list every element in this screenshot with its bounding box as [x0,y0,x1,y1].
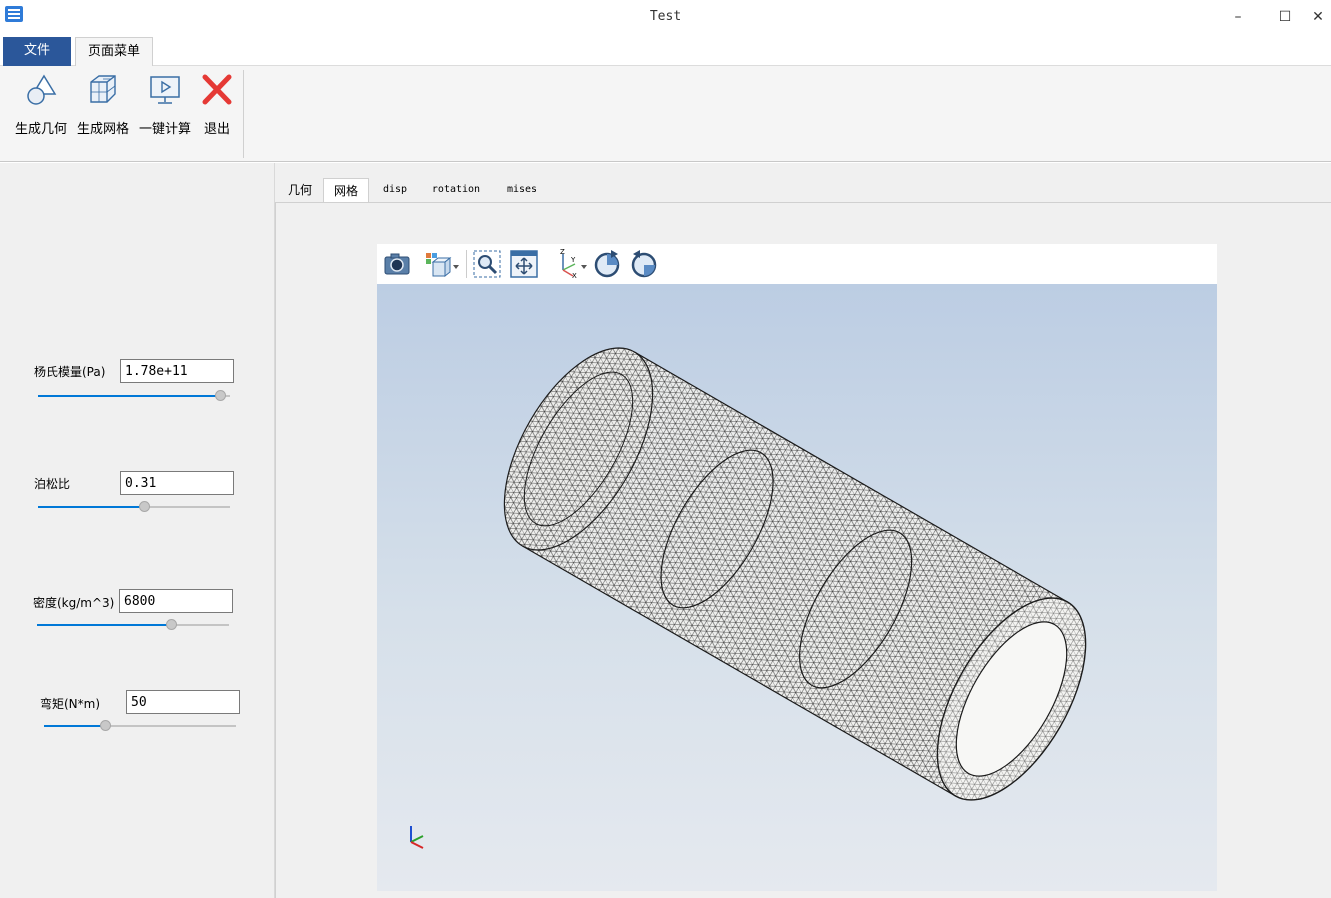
axes-dropdown-icon[interactable]: Z Y X [551,248,589,280]
rotate-ccw-icon[interactable] [628,248,660,280]
tab-mesh[interactable]: 网格 [323,178,369,202]
maximize-button[interactable]: ☐ [1265,4,1305,30]
tab-file[interactable]: 文件 [3,37,71,66]
generate-geometry-label: 生成几何 [14,122,67,137]
slider-thumb[interactable] [138,501,150,512]
bending-moment-slider[interactable] [44,720,236,732]
generate-geometry-button[interactable]: 生成几何 [12,72,70,152]
compute-monitor-icon [150,76,180,104]
camera-screenshot-icon[interactable] [381,248,413,280]
title-bar: Test – ☐ ✕ [0,0,1331,36]
fit-view-icon[interactable] [508,248,540,280]
bending-moment-input[interactable] [126,690,240,714]
axis-triad-icon [410,826,424,849]
tab-disp[interactable]: disp [373,178,417,202]
svg-text:Y: Y [570,256,576,264]
param-label-bending-moment: 弯矩(N*m) [40,697,101,711]
svg-text:Z: Z [560,248,565,256]
tab-geometry[interactable]: 几何 [279,178,321,202]
tab-rotation[interactable]: rotation [423,178,489,202]
param-label-poisson-ratio: 泊松比 [34,477,71,491]
rotate-cw-icon[interactable] [591,248,623,280]
window-title: Test [649,9,682,24]
geometry-icon [27,74,57,105]
one-click-compute-button[interactable]: 一键计算 [136,72,194,152]
ribbon-tab-bar: 文件 页面菜单 [0,36,1331,67]
svg-text:X: X [572,272,577,280]
3d-viewer: Z Y X [377,244,1217,891]
viewer-toolbar: Z Y X [377,244,1217,284]
youngs-modulus-input[interactable] [120,359,234,383]
parameter-panel [3,163,275,898]
one-click-compute-label: 一键计算 [138,122,191,137]
ribbon-panel: 生成几何 生成网格 一键计算 退出 [0,66,1331,162]
exit-button[interactable]: 退出 [198,72,236,152]
view-cube-dropdown-icon[interactable] [423,248,461,280]
poisson-ratio-slider[interactable] [38,501,230,513]
slider-thumb[interactable] [166,619,178,630]
param-label-density: 密度(kg/m^3) [33,596,115,610]
exit-label: 退出 [203,122,230,137]
slider-thumb[interactable] [100,720,112,731]
slider-thumb[interactable] [215,390,227,401]
param-label-youngs-modulus: 杨氏模量(Pa) [34,365,106,379]
density-slider[interactable] [37,619,229,631]
toolbar-separator [466,250,467,278]
generate-mesh-button[interactable]: 生成网格 [74,72,132,152]
close-button[interactable]: ✕ [1305,4,1331,30]
youngs-modulus-slider[interactable] [38,390,230,402]
density-input[interactable] [119,589,233,613]
generate-mesh-label: 生成网格 [76,122,129,137]
tab-page-menu[interactable]: 页面菜单 [75,37,153,67]
exit-x-icon [202,74,232,105]
poisson-ratio-input[interactable] [120,471,234,495]
mesh-cube-icon [90,75,116,103]
zoom-box-icon[interactable] [471,248,503,280]
ribbon-separator [243,70,244,158]
tab-mises[interactable]: mises [497,178,547,202]
mesh-cylinder-render [503,347,1087,801]
mesh-viewport[interactable] [377,284,1217,891]
minimize-button[interactable]: – [1218,4,1258,30]
